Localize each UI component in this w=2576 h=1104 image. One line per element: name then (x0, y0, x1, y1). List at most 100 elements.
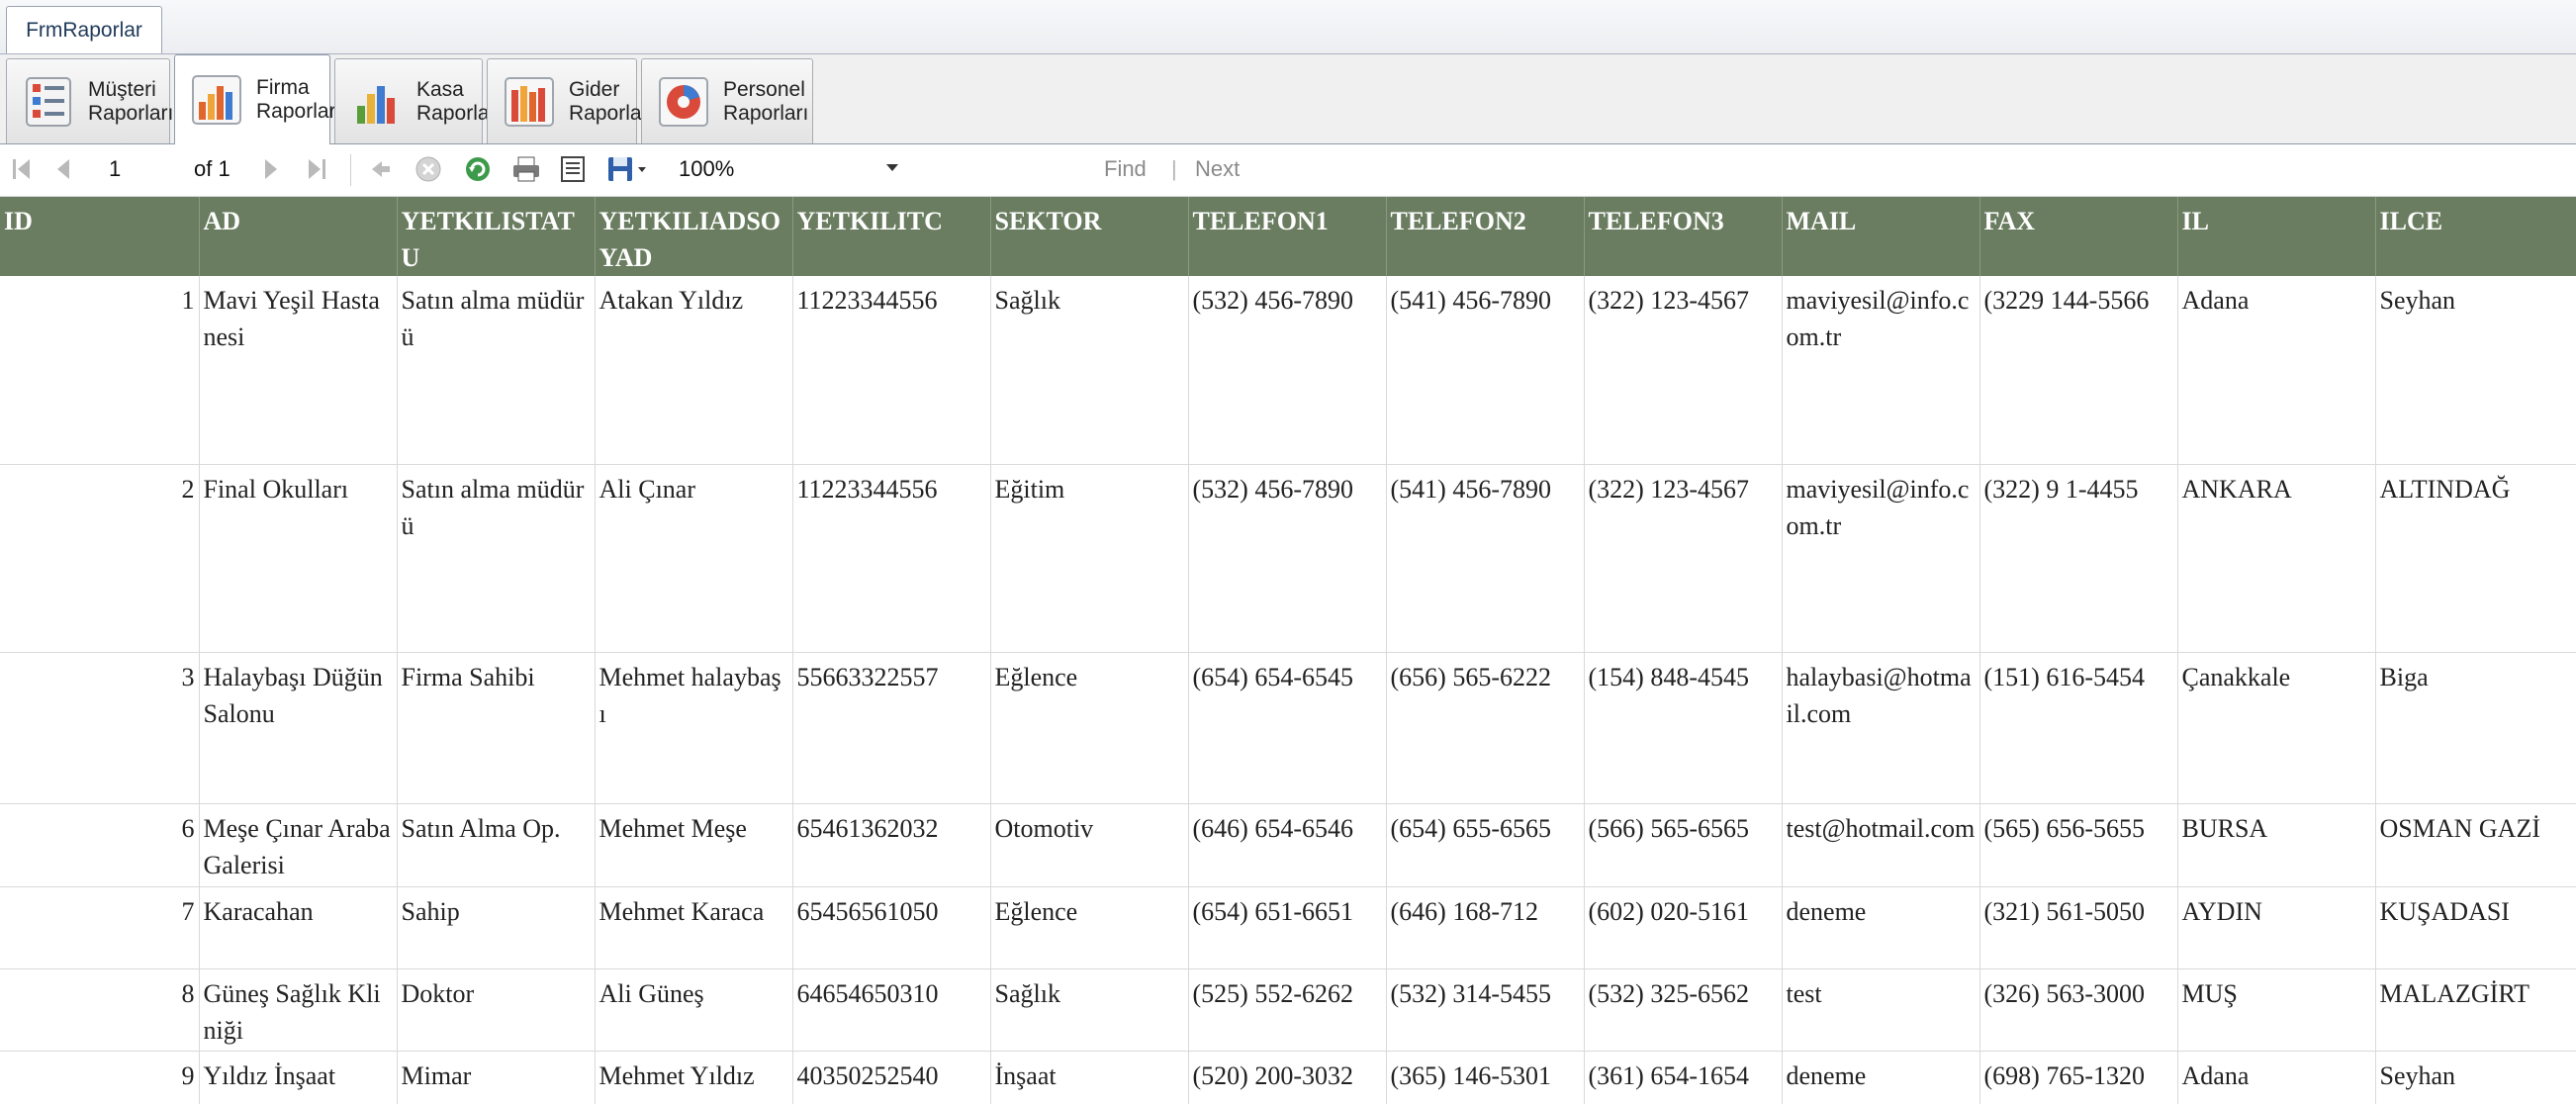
column-header: MAIL (1782, 197, 1980, 276)
print-icon[interactable] (510, 154, 542, 184)
cell-telefon3: (154) 848-4545 (1584, 652, 1783, 804)
cell-yetkili-tc: 65461362032 (792, 803, 991, 887)
cell-telefon2: (532) 314-5455 (1386, 968, 1585, 1052)
cell-fax: (322) 9 1-4455 (1979, 464, 2178, 653)
cell-telefon1: (532) 456-7890 (1188, 276, 1387, 465)
cell-ad: Halaybaşı Düğün Salonu (199, 652, 398, 804)
tab-label: Firma Raporları (256, 76, 342, 123)
cell-ad: Güneş Sağlık Kliniği (199, 968, 398, 1052)
cell-yetkili-ad-soyad: Ali Çınar (595, 464, 793, 653)
cell-yetkili-tc: 64654650310 (792, 968, 991, 1052)
cell-mail: halaybasi@hotmail.com (1782, 652, 1980, 804)
column-header: TELEFON1 (1188, 197, 1387, 276)
cell-yetkili-statu: Firma Sahibi (397, 652, 596, 804)
bar-chart-icon (192, 75, 241, 125)
report-content: ID AD YETKILISTATU YETKILIADSOYAD YETKIL… (0, 197, 2576, 1104)
bar-chart-icon (357, 85, 395, 124)
cell-id: 1 (0, 276, 200, 465)
tab-kasa-raporlari[interactable]: Kasa Raporları (334, 58, 502, 143)
column-header: YETKILISTATU (397, 197, 596, 276)
cell-telefon3: (602) 020-5161 (1584, 886, 1783, 969)
cell-telefon3: (322) 123-4567 (1584, 464, 1783, 653)
toolbar-separator (350, 154, 351, 186)
column-header: ILCE (2375, 197, 2576, 276)
cell-sektor: Eğlence (990, 886, 1189, 969)
zoom-select[interactable]: 100% (679, 152, 906, 186)
cell-yetkili-tc: 40350252540 (792, 1051, 991, 1104)
page-number-input[interactable]: 1 (109, 152, 121, 186)
cell-ilce: ALTINDAĞ (2375, 464, 2576, 653)
cell-telefon2: (541) 456-7890 (1386, 464, 1585, 653)
table-row: 6 Meşe Çınar Araba Galerisi Satın Alma O… (0, 803, 2576, 887)
cell-id: 6 (0, 803, 200, 887)
table-row: 3 Halaybaşı Düğün Salonu Firma Sahibi Me… (0, 652, 2576, 804)
cell-ad: Meşe Çınar Araba Galerisi (199, 803, 398, 887)
cell-il: ANKARA (2177, 464, 2376, 653)
document-tab-frmraporlar[interactable]: FrmRaporlar (6, 6, 162, 53)
cell-id: 7 (0, 886, 200, 969)
next-page-icon[interactable] (261, 154, 283, 184)
cell-il: Adana (2177, 276, 2376, 465)
column-header: FAX (1979, 197, 2178, 276)
tab-musteri-raporlari[interactable]: Müşteri Raporları (6, 58, 174, 143)
column-header: TELEFON3 (1584, 197, 1783, 276)
stop-icon[interactable] (414, 154, 443, 184)
cell-ad: Final Okulları (199, 464, 398, 653)
firma-report-table: ID AD YETKILISTATU YETKILIADSOYAD YETKIL… (0, 197, 2576, 1104)
tab-label: Müşteri Raporları (88, 77, 174, 125)
cell-sektor: Sağlık (990, 276, 1189, 465)
cell-ilce: KUŞADASI (2375, 886, 2576, 969)
report-toolbar: 1 of 1 100% Find | Next (0, 144, 2576, 197)
cell-ad: Yıldız İnşaat (199, 1051, 398, 1104)
bar-chart-icon (505, 76, 554, 127)
cell-telefon2: (656) 565-6222 (1386, 652, 1585, 804)
cell-il: Çanakkale (2177, 652, 2376, 804)
tab-gider-raporlari[interactable]: Gider Raporları (487, 58, 654, 143)
cell-yetkili-ad-soyad: Mehmet Yıldız (595, 1051, 793, 1104)
tab-personel-raporlari[interactable]: Personel Raporları (641, 58, 813, 143)
cell-id: 2 (0, 464, 200, 653)
previous-page-icon[interactable] (51, 154, 73, 184)
cell-fax: (698) 765-1320 (1979, 1051, 2178, 1104)
cell-yetkili-ad-soyad: Ali Güneş (595, 968, 793, 1052)
find-link[interactable]: Find (1104, 152, 1147, 186)
report-tabs: Müşteri Raporları Firma Raporları Kasa R… (0, 54, 2576, 144)
column-header: ID (0, 197, 200, 276)
cell-telefon1: (520) 200-3032 (1188, 1051, 1387, 1104)
cell-il: MUŞ (2177, 968, 2376, 1052)
column-header: TELEFON2 (1386, 197, 1585, 276)
cell-mail: deneme (1782, 1051, 1980, 1104)
cell-mail: maviyesil@info.com.tr (1782, 464, 1980, 653)
cell-sektor: Eğlence (990, 652, 1189, 804)
back-icon[interactable] (368, 154, 394, 184)
export-save-icon[interactable] (605, 154, 649, 184)
cell-yetkili-tc: 11223344556 (792, 464, 991, 653)
chevron-down-icon[interactable] (886, 164, 898, 171)
cell-ad: Karacahan (199, 886, 398, 969)
cell-mail: test (1782, 968, 1980, 1052)
cell-telefon3: (532) 325-6562 (1584, 968, 1783, 1052)
table-header-row: ID AD YETKILISTATU YETKILIADSOYAD YETKIL… (0, 197, 2576, 276)
cell-yetkili-ad-soyad: Mehmet Karaca (595, 886, 793, 969)
cell-yetkili-ad-soyad: Atakan Yıldız (595, 276, 793, 465)
table-row: 7 Karacahan Sahip Mehmet Karaca 65456561… (0, 886, 2576, 969)
cell-yetkili-statu: Sahip (397, 886, 596, 969)
cell-telefon2: (541) 456-7890 (1386, 276, 1585, 465)
cell-yetkili-tc: 55663322557 (792, 652, 991, 804)
cell-telefon3: (361) 654-1654 (1584, 1051, 1783, 1104)
next-link[interactable]: Next (1195, 152, 1240, 186)
cell-fax: (321) 561-5050 (1979, 886, 2178, 969)
document-tab-strip: FrmRaporlar (0, 0, 2576, 54)
table-row: 8 Güneş Sağlık Kliniği Doktor Ali Güneş … (0, 968, 2576, 1052)
cell-ilce: MALAZGİRT (2375, 968, 2576, 1052)
last-page-icon[interactable] (305, 154, 328, 184)
cell-telefon1: (532) 456-7890 (1188, 464, 1387, 653)
cell-yetkili-statu: Satın alma müdürü (397, 464, 596, 653)
first-page-icon[interactable] (10, 154, 34, 184)
cell-ilce: Biga (2375, 652, 2576, 804)
page-layout-icon[interactable] (558, 154, 588, 184)
refresh-icon[interactable] (463, 154, 493, 184)
cell-yetkili-statu: Mimar (397, 1051, 596, 1104)
cell-ad: Mavi Yeşil Hastanesi (199, 276, 398, 465)
tab-firma-raporlari[interactable]: Firma Raporları (174, 54, 341, 144)
